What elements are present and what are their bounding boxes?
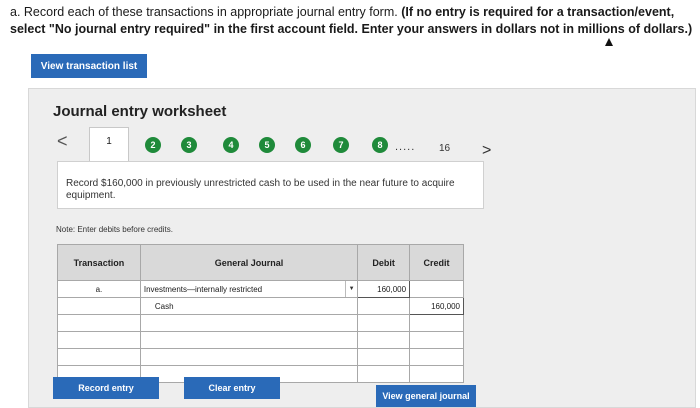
header-general-journal: General Journal — [139, 244, 359, 281]
transaction-cell: a. — [57, 280, 141, 298]
table-row — [57, 331, 464, 349]
account-select[interactable]: Cash — [139, 297, 359, 315]
transaction-cell — [57, 331, 141, 349]
transaction-description: Record $160,000 in previously unrestrict… — [57, 161, 484, 209]
view-transaction-list-button[interactable]: View transaction list — [31, 54, 147, 78]
transaction-cell — [57, 314, 141, 332]
step-7-button[interactable]: 7 — [333, 137, 349, 153]
worksheet-title: Journal entry worksheet — [53, 103, 227, 120]
step-6-button[interactable]: 6 — [295, 137, 311, 153]
table-row: a. Investments—internally restricted ▼ 16… — [57, 280, 464, 298]
clear-entry-button[interactable]: Clear entry — [184, 377, 280, 399]
debit-input[interactable] — [357, 314, 411, 332]
header-credit: Credit — [409, 244, 464, 281]
view-general-journal-button[interactable]: View general journal — [376, 385, 476, 407]
account-select[interactable] — [139, 348, 359, 366]
account-select[interactable] — [139, 331, 359, 349]
account-value: Investments—internally restricted — [143, 284, 263, 294]
credit-input[interactable] — [409, 348, 464, 366]
instructions-text: a. Record each of these transactions in … — [10, 4, 696, 38]
header-debit: Debit — [357, 244, 411, 281]
step-16-button[interactable]: 16 — [439, 143, 450, 154]
journal-entry-worksheet: Journal entry worksheet < 1 2 3 4 5 6 7 … — [28, 88, 696, 408]
step-8-button[interactable]: 8 — [372, 137, 388, 153]
step-3-button[interactable]: 3 — [181, 137, 197, 153]
journal-table: Transaction General Journal Debit Credit… — [57, 244, 464, 383]
debit-input[interactable] — [357, 365, 411, 383]
credit-input[interactable] — [409, 280, 464, 298]
debit-input[interactable] — [357, 297, 411, 315]
credit-input[interactable] — [409, 314, 464, 332]
record-entry-button[interactable]: Record entry — [53, 377, 159, 399]
credit-input[interactable] — [409, 365, 464, 383]
step-4-button[interactable]: 4 — [223, 137, 239, 153]
steps-ellipsis: ..... — [395, 141, 416, 153]
debit-input[interactable]: 160,000 — [357, 280, 411, 298]
step-tab-1[interactable]: 1 — [89, 127, 129, 161]
debit-credit-note: Note: Enter debits before credits. — [56, 225, 173, 234]
account-select[interactable]: Investments—internally restricted ▼ — [139, 280, 359, 298]
transaction-cell — [57, 348, 141, 366]
debit-input[interactable] — [357, 348, 411, 366]
account-select[interactable] — [139, 314, 359, 332]
credit-input[interactable]: 160,000 — [409, 297, 464, 315]
prev-arrow-icon[interactable]: < — [57, 131, 68, 152]
table-row — [57, 348, 464, 366]
debit-input[interactable] — [357, 331, 411, 349]
credit-input[interactable] — [409, 331, 464, 349]
chevron-down-icon[interactable]: ▼ — [345, 281, 357, 297]
next-arrow-icon[interactable]: > — [482, 142, 491, 160]
header-transaction: Transaction — [57, 244, 141, 281]
mouse-cursor-icon — [605, 38, 613, 46]
table-row — [57, 314, 464, 332]
step-2-button[interactable]: 2 — [145, 137, 161, 153]
table-row: Cash 160,000 — [57, 297, 464, 315]
instructions-normal: a. Record each of these transactions in … — [10, 5, 402, 19]
step-5-button[interactable]: 5 — [259, 137, 275, 153]
transaction-cell — [57, 297, 141, 315]
